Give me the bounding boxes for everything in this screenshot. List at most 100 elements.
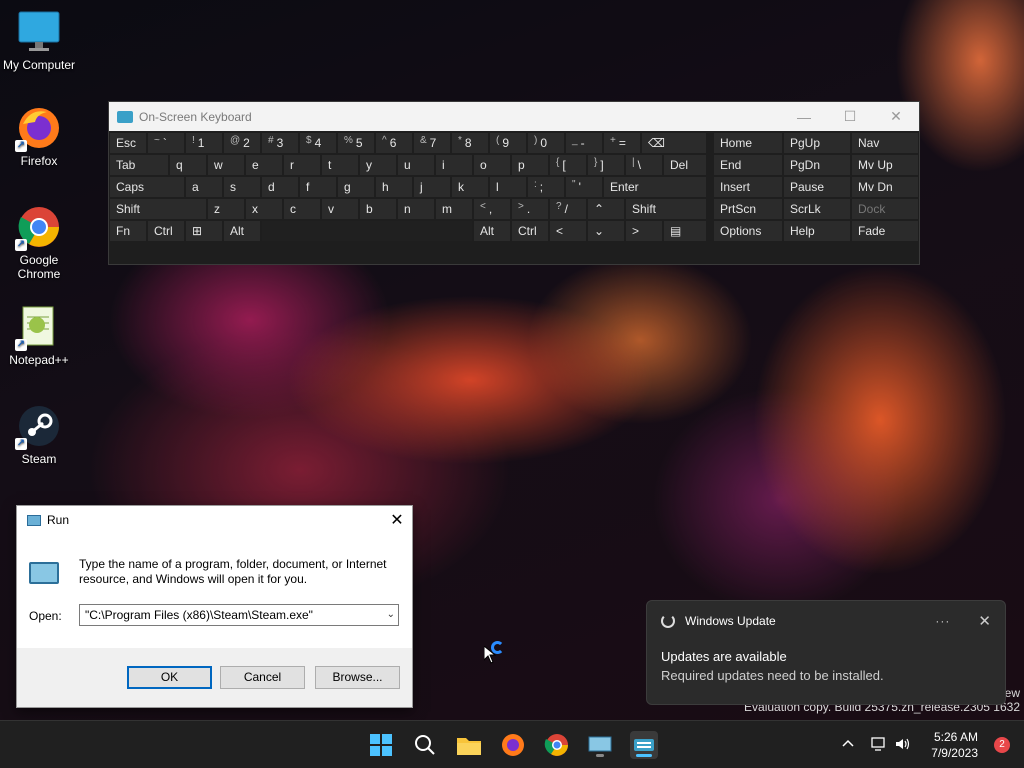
osk-key[interactable]: @2 [224,133,260,153]
osk-key[interactable]: Del [664,155,706,175]
osk-key[interactable]: Alt [474,221,510,241]
osk-key[interactable]: :; [528,177,564,197]
osk-key[interactable]: Enter [604,177,706,197]
taskbar-run[interactable] [586,731,614,759]
desktop-icon-my-computer[interactable]: My Computer [0,10,78,72]
osk-key[interactable]: $4 [300,133,336,153]
osk-key[interactable]: < [550,221,586,241]
taskbar-firefox[interactable] [499,731,527,759]
osk-key[interactable] [262,221,472,241]
osk-key[interactable]: | \ [626,155,662,175]
windows-update-toast[interactable]: Windows Update ··· ✕ Updates are availab… [646,600,1006,705]
start-button[interactable] [367,731,395,759]
osk-key[interactable]: Shift [110,199,206,219]
osk-key[interactable]: & 7 [414,133,450,153]
more-options-button[interactable]: ··· [935,614,950,628]
osk-key[interactable]: }] [588,155,624,175]
osk-key[interactable]: " ' [566,177,602,197]
osk-key[interactable]: m [436,199,472,219]
maximize-button[interactable]: ☐ [827,108,873,125]
taskbar-osk[interactable] [630,731,658,759]
osk-key[interactable]: <, [474,199,510,219]
osk-key[interactable]: g [338,177,374,197]
taskbar-chrome[interactable] [543,731,571,759]
osk-nav-key[interactable]: Pause [784,177,850,197]
osk-key[interactable]: ⌫ [642,133,706,153]
osk-nav-key[interactable]: Options [714,221,782,241]
osk-key[interactable]: Esc [110,133,146,153]
osk-key[interactable]: Caps [110,177,184,197]
ok-button[interactable]: OK [127,666,212,689]
osk-key[interactable]: Shift [626,199,706,219]
osk-key[interactable]: ~ ` [148,133,184,153]
osk-key[interactable]: d [262,177,298,197]
osk-key[interactable]: Fn [110,221,146,241]
browse-button[interactable]: Browse... [315,666,400,689]
osk-nav-key[interactable]: ScrLk [784,199,850,219]
osk-key[interactable]: {[ [550,155,586,175]
osk-nav-key[interactable]: End [714,155,782,175]
osk-title-bar[interactable]: On-Screen Keyboard — ☐ ✕ [109,102,919,131]
osk-nav-key[interactable]: Dock [852,199,918,219]
osk-key[interactable]: a [186,177,222,197]
desktop-icon-chrome[interactable]: ↗ Google Chrome [0,205,78,281]
osk-key[interactable]: > [626,221,662,241]
osk-nav-key[interactable]: PgDn [784,155,850,175]
show-hidden-icons-button[interactable] [840,736,856,768]
osk-key[interactable]: y [360,155,396,175]
osk-key[interactable]: Tab [110,155,168,175]
chevron-down-icon[interactable]: ⌄ [387,605,395,625]
osk-key[interactable]: % 5 [338,133,374,153]
osk-key[interactable]: u [398,155,434,175]
osk-key[interactable]: x [246,199,282,219]
osk-key[interactable]: s [224,177,260,197]
osk-key[interactable]: j [414,177,450,197]
osk-nav-key[interactable]: PrtScn [714,199,782,219]
notification-badge[interactable]: 2 [994,737,1010,753]
osk-key[interactable]: t [322,155,358,175]
osk-key[interactable]: h [376,177,412,197]
osk-key[interactable]: ▤ [664,221,706,241]
osk-key[interactable]: c [284,199,320,219]
osk-nav-key[interactable]: Help [784,221,850,241]
volume-button[interactable] [894,736,912,768]
osk-key[interactable]: ⌄ [588,221,624,241]
cancel-button[interactable]: Cancel [220,666,305,689]
osk-key[interactable]: o [474,155,510,175]
osk-key[interactable]: r [284,155,320,175]
osk-key[interactable]: ? / [550,199,586,219]
osk-key[interactable]: w [208,155,244,175]
osk-key[interactable]: * 8 [452,133,488,153]
osk-key[interactable]: (9 [490,133,526,153]
osk-key[interactable]: + = [604,133,640,153]
osk-key[interactable]: f [300,177,336,197]
osk-key[interactable]: n [398,199,434,219]
osk-key[interactable]: q [170,155,206,175]
osk-key[interactable]: ⊞ [186,221,222,241]
osk-key[interactable]: k [452,177,488,197]
network-button[interactable] [870,736,888,768]
osk-key[interactable]: Ctrl [148,221,184,241]
minimize-button[interactable]: — [781,109,827,125]
osk-key[interactable]: >. [512,199,548,219]
osk-key[interactable]: v [322,199,358,219]
osk-key[interactable]: ! 1 [186,133,222,153]
close-button[interactable]: ✕ [382,510,412,530]
taskbar-file-explorer[interactable] [455,731,483,759]
desktop-icon-firefox[interactable]: ↗ Firefox [0,106,78,168]
osk-key[interactable]: ) 0 [528,133,564,153]
osk-key[interactable]: l [490,177,526,197]
osk-key[interactable]: ⌃ [588,199,624,219]
osk-key[interactable]: Ctrl [512,221,548,241]
run-title-bar[interactable]: Run ✕ [17,506,412,534]
clock[interactable]: 5:26 AM 7/9/2023 [931,729,978,761]
osk-key[interactable]: #3 [262,133,298,153]
osk-key[interactable]: z [208,199,244,219]
osk-nav-key[interactable]: PgUp [784,133,850,153]
osk-key[interactable]: e [246,155,282,175]
desktop-icon-steam[interactable]: ↗ Steam [0,404,78,466]
close-button[interactable]: ✕ [873,108,919,125]
close-icon[interactable]: ✕ [978,612,991,630]
open-input[interactable]: "C:\Program Files (x86)\Steam\Steam.exe"… [79,604,399,626]
osk-key[interactable]: i [436,155,472,175]
